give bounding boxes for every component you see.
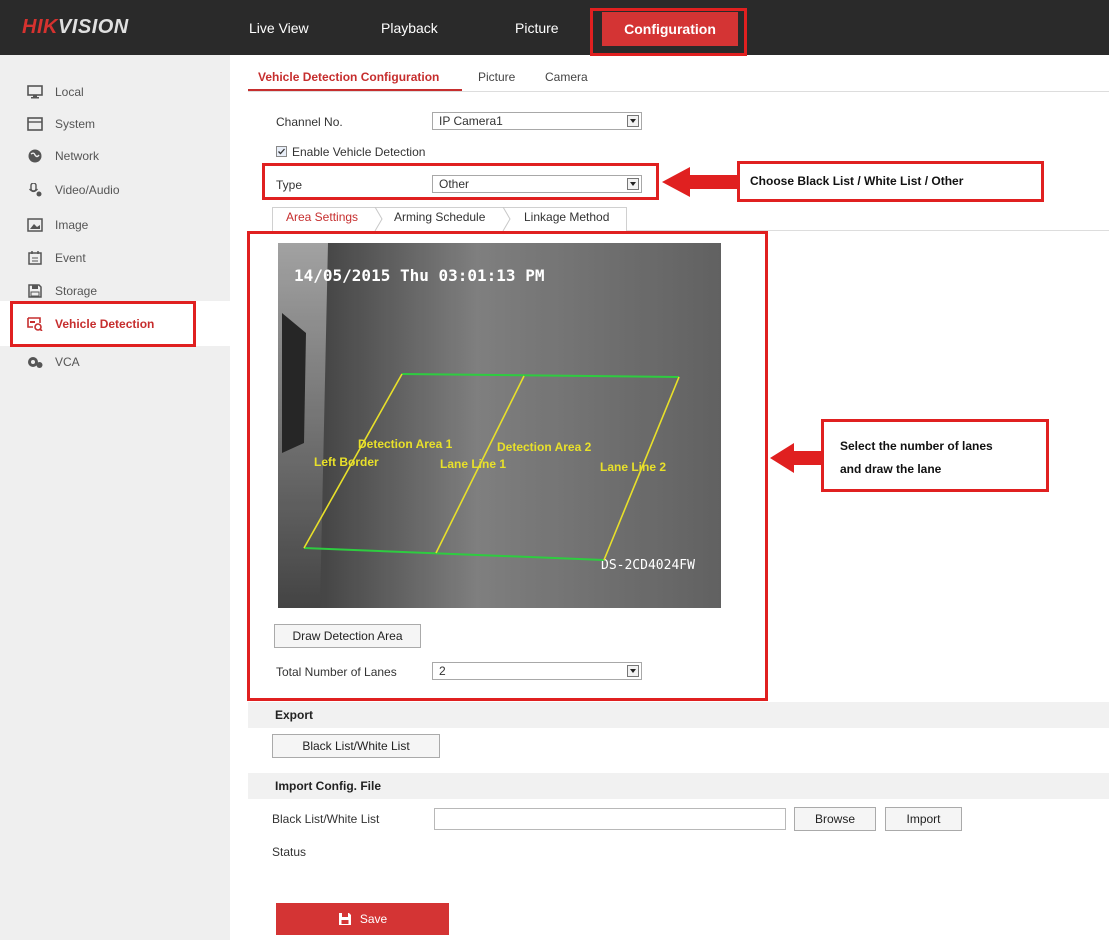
image-icon [27, 218, 43, 232]
sidebar-item-event[interactable]: Event [27, 246, 227, 270]
calendar-icon [27, 251, 43, 265]
mic-icon [27, 182, 43, 197]
save-icon [338, 912, 352, 926]
callout-lanes-note-line1: Select the number of lanes [840, 439, 993, 453]
monitor-icon [27, 85, 43, 99]
tab-camera[interactable]: Camera [545, 70, 588, 84]
sidebar-item-label: Local [55, 85, 84, 99]
subtab-separator [502, 207, 511, 231]
subtab-separator [374, 207, 383, 231]
sidebar-item-network[interactable]: Network [27, 144, 227, 168]
sidebar-item-video-audio[interactable]: Video/Audio [27, 178, 227, 202]
annotation-arrow-left-icon [662, 167, 740, 197]
import-button[interactable]: Import [885, 807, 962, 831]
import-file-label: Black List/White List [272, 812, 380, 826]
channel-label: Channel No. [276, 115, 343, 129]
hikvision-logo: HIKVISION [22, 16, 129, 38]
sidebar-item-image[interactable]: Image [27, 213, 227, 237]
callout-type-note: Choose Black List / White List / Other [737, 161, 1044, 202]
sidebar-item-label: VCA [55, 355, 80, 369]
annotation-box-configuration [590, 8, 747, 56]
import-file-path-input[interactable] [434, 808, 786, 830]
storage-icon [27, 284, 43, 298]
status-label: Status [272, 845, 307, 859]
checkmark-icon [278, 148, 285, 155]
enable-vehicle-detection-label: Enable Vehicle Detection [292, 145, 426, 159]
sidebar-item-label: Video/Audio [55, 183, 120, 197]
tab-picture[interactable]: Picture [478, 70, 515, 84]
annotation-arrow-left-icon [770, 443, 824, 473]
subtab-area-settings[interactable]: Area Settings [286, 210, 358, 224]
sidebar-item-label: Network [55, 149, 100, 163]
subtab-linkage-method[interactable]: Linkage Method [524, 210, 609, 224]
save-button[interactable]: Save [276, 903, 449, 935]
channel-select[interactable]: IP Camera1 [432, 112, 642, 130]
annotation-box-area-settings [247, 231, 768, 701]
callout-lanes-note: Select the number of lanes and draw the … [821, 419, 1049, 492]
sidebar-item-label: System [55, 117, 96, 131]
sidebar-item-vca[interactable]: VCA [27, 350, 227, 374]
channel-select-value: IP Camera1 [439, 114, 503, 128]
subtab-arming-schedule[interactable]: Arming Schedule [394, 210, 485, 224]
annotation-box-type [262, 163, 659, 200]
tab-vehicle-detection-configuration[interactable]: Vehicle Detection Configuration [258, 70, 439, 84]
globe-icon [27, 149, 43, 163]
nav-playback[interactable]: Playback [381, 20, 438, 36]
chevron-down-icon [627, 115, 639, 127]
sidebar-item-local[interactable]: Local [27, 80, 227, 104]
export-section-header: Export [248, 702, 1109, 728]
export-black-white-list-button[interactable]: Black List/White List [272, 734, 440, 758]
browse-button[interactable]: Browse [794, 807, 876, 831]
sidebar-item-system[interactable]: System [27, 112, 227, 136]
import-section-header: Import Config. File [248, 773, 1109, 799]
sidebar-item-storage[interactable]: Storage [27, 279, 227, 303]
save-button-label: Save [359, 912, 388, 926]
nav-picture[interactable]: Picture [515, 20, 559, 36]
system-icon [27, 117, 43, 131]
sidebar-item-label: Storage [55, 284, 98, 298]
sidebar-item-label: Event [55, 251, 86, 265]
nav-live-view[interactable]: Live View [249, 20, 309, 36]
tab-divider [248, 91, 1109, 92]
enable-vehicle-detection-checkbox[interactable] [276, 146, 287, 157]
sidebar-item-label: Image [55, 218, 89, 232]
callout-lanes-note-line2: and draw the lane [840, 462, 942, 476]
annotation-box-vehicle-detection [10, 301, 196, 347]
vca-icon [27, 355, 43, 369]
